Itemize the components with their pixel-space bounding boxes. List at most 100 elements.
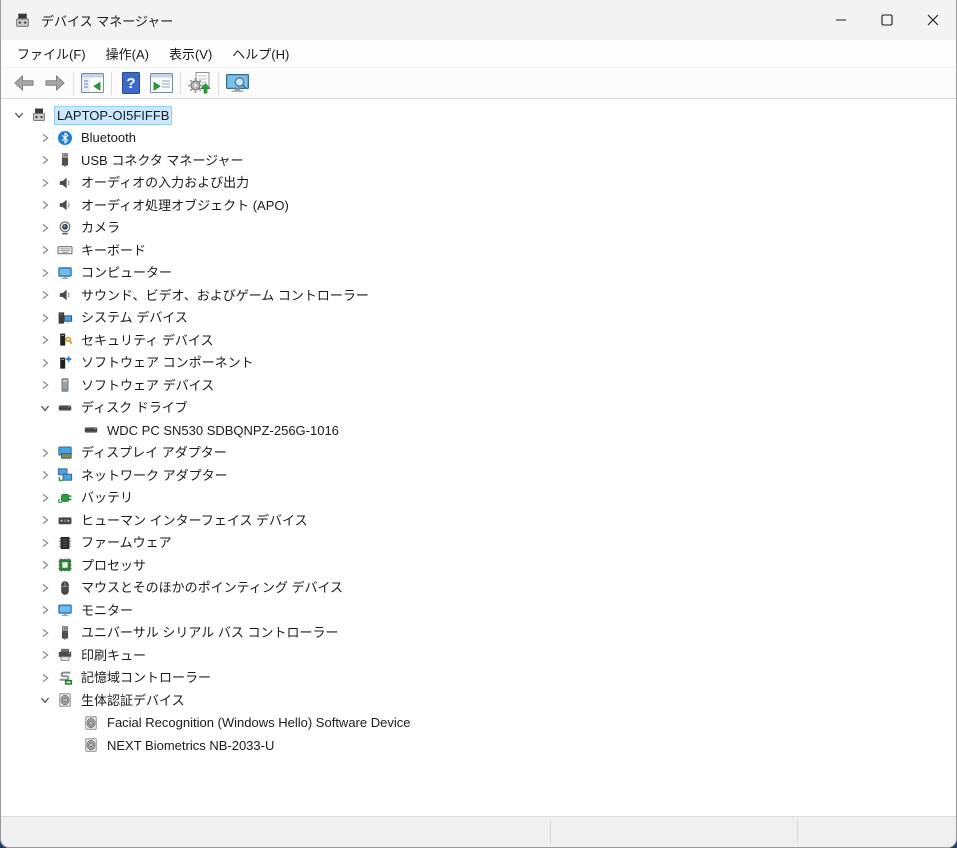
tree-item-label: サウンド、ビデオ、およびゲーム コントローラー bbox=[81, 287, 369, 304]
tree-item[interactable]: ファームウェア bbox=[1, 532, 956, 555]
tree-item-label: 印刷キュー bbox=[81, 647, 146, 664]
maximize-button[interactable] bbox=[864, 0, 910, 40]
tree-item[interactable]: キーボード bbox=[1, 239, 956, 262]
tree-item[interactable]: オーディオの入力および出力 bbox=[1, 172, 956, 195]
biometric-icon bbox=[57, 692, 73, 708]
tree-item[interactable]: 記憶域コントローラー bbox=[1, 667, 956, 690]
tree-item[interactable]: プロセッサ bbox=[1, 554, 956, 577]
menu-view[interactable]: 表示(V) bbox=[159, 41, 222, 66]
forward-button[interactable] bbox=[39, 70, 70, 97]
chevron-right-icon[interactable] bbox=[35, 243, 57, 257]
chevron-right-icon[interactable] bbox=[35, 198, 57, 212]
tree-item-label: ファームウェア bbox=[81, 534, 172, 551]
device-manager-icon bbox=[31, 107, 47, 123]
properties-button[interactable] bbox=[146, 70, 177, 97]
tree-item[interactable]: Bluetooth bbox=[1, 127, 956, 150]
back-arrow-icon bbox=[12, 71, 36, 95]
chevron-right-icon[interactable] bbox=[35, 356, 57, 370]
battery-icon bbox=[57, 490, 73, 506]
device-tree: LAPTOP-OI5FIFFBBluetoothUSB コネクタ マネージャーオ… bbox=[1, 99, 956, 816]
scan-hardware-icon bbox=[188, 71, 212, 95]
tree-item[interactable]: WDC PC SN530 SDBQNPZ-256G-1016 bbox=[1, 419, 956, 442]
chevron-right-icon[interactable] bbox=[35, 311, 57, 325]
tree-item[interactable]: ネットワーク アダプター bbox=[1, 464, 956, 487]
chevron-right-icon[interactable] bbox=[35, 648, 57, 662]
chevron-down-icon[interactable] bbox=[35, 693, 57, 707]
tree-item[interactable]: ソフトウェア コンポーネント bbox=[1, 352, 956, 375]
chevron-down-icon[interactable] bbox=[35, 401, 57, 415]
tree-item-label: USB コネクタ マネージャー bbox=[81, 152, 244, 169]
tree-item[interactable]: システム デバイス bbox=[1, 307, 956, 330]
statusbar-separator bbox=[797, 820, 798, 844]
statusbar bbox=[1, 816, 956, 847]
tree-item[interactable]: オーディオ処理オブジェクト (APO) bbox=[1, 194, 956, 217]
tree-item[interactable]: 生体認証デバイス bbox=[1, 689, 956, 712]
usb-icon bbox=[57, 152, 73, 168]
tree-item[interactable]: USB コネクタ マネージャー bbox=[1, 149, 956, 172]
usb-icon bbox=[57, 625, 73, 641]
tree-item-label: ネットワーク アダプター bbox=[81, 467, 228, 484]
scan-hardware-changes-button[interactable] bbox=[184, 70, 215, 97]
chevron-right-icon[interactable] bbox=[35, 176, 57, 190]
tree-item[interactable]: マウスとそのほかのポインティング デバイス bbox=[1, 577, 956, 600]
chevron-right-icon[interactable] bbox=[35, 626, 57, 640]
tree-item-label: コンピューター bbox=[81, 264, 172, 281]
tree-item[interactable]: サウンド、ビデオ、およびゲーム コントローラー bbox=[1, 284, 956, 307]
chevron-right-icon[interactable] bbox=[35, 603, 57, 617]
tree-item[interactable]: ディスプレイ アダプター bbox=[1, 442, 956, 465]
chevron-right-icon[interactable] bbox=[35, 131, 57, 145]
help-button[interactable]: ? bbox=[115, 70, 146, 97]
chevron-right-icon[interactable] bbox=[35, 333, 57, 347]
chevron-down-icon[interactable] bbox=[9, 108, 31, 122]
titlebar: デバイス マネージャー bbox=[1, 0, 956, 40]
biometric-icon bbox=[83, 737, 99, 753]
remote-computer-button[interactable] bbox=[222, 70, 253, 97]
chevron-right-icon[interactable] bbox=[35, 536, 57, 550]
display-adapter-icon bbox=[57, 445, 73, 461]
toolbar-separator bbox=[111, 72, 112, 95]
tree-item[interactable]: NEXT Biometrics NB-2033-U bbox=[1, 734, 956, 757]
tree-item[interactable]: ユニバーサル シリアル バス コントローラー bbox=[1, 622, 956, 645]
menu-file[interactable]: ファイル(F) bbox=[7, 41, 96, 66]
chevron-right-icon[interactable] bbox=[35, 491, 57, 505]
chevron-right-icon[interactable] bbox=[35, 446, 57, 460]
chevron-right-icon[interactable] bbox=[35, 288, 57, 302]
chevron-right-icon[interactable] bbox=[35, 153, 57, 167]
tree-item[interactable]: カメラ bbox=[1, 217, 956, 240]
chevron-right-icon[interactable] bbox=[35, 378, 57, 392]
chevron-right-icon[interactable] bbox=[35, 558, 57, 572]
tree-root-item[interactable]: LAPTOP-OI5FIFFB bbox=[1, 104, 956, 127]
tree-item-label: マウスとそのほかのポインティング デバイス bbox=[81, 579, 343, 596]
statusbar-separator bbox=[550, 820, 551, 844]
security-device-icon bbox=[57, 332, 73, 348]
device-manager-window: デバイス マネージャー ファイル(F) 操作(A) 表示(V) ヘルプ(H) bbox=[0, 0, 957, 848]
tree-item-label: ユニバーサル シリアル バス コントローラー bbox=[81, 624, 338, 641]
tree-item-label: オーディオの入力および出力 bbox=[81, 174, 249, 191]
tree-item[interactable]: ヒューマン インターフェイス デバイス bbox=[1, 509, 956, 532]
chevron-right-icon[interactable] bbox=[35, 671, 57, 685]
chevron-right-icon[interactable] bbox=[35, 468, 57, 482]
back-button[interactable] bbox=[8, 70, 39, 97]
menu-help[interactable]: ヘルプ(H) bbox=[222, 41, 299, 66]
tree-item[interactable]: Facial Recognition (Windows Hello) Softw… bbox=[1, 712, 956, 735]
chevron-right-icon[interactable] bbox=[35, 513, 57, 527]
tree-item[interactable]: ソフトウェア デバイス bbox=[1, 374, 956, 397]
tree-item[interactable]: モニター bbox=[1, 599, 956, 622]
tree-item[interactable]: セキュリティ デバイス bbox=[1, 329, 956, 352]
close-button[interactable] bbox=[910, 0, 956, 40]
chevron-right-icon[interactable] bbox=[35, 266, 57, 280]
disk-drive-icon bbox=[57, 400, 73, 416]
tree-item[interactable]: コンピューター bbox=[1, 262, 956, 285]
chevron-right-icon[interactable] bbox=[35, 581, 57, 595]
minimize-button[interactable] bbox=[818, 0, 864, 40]
menu-action[interactable]: 操作(A) bbox=[96, 41, 159, 66]
tree-item-label: Facial Recognition (Windows Hello) Softw… bbox=[107, 714, 410, 731]
computer-icon bbox=[57, 265, 73, 281]
tree-item[interactable]: ディスク ドライブ bbox=[1, 397, 956, 420]
chevron-right-icon[interactable] bbox=[35, 221, 57, 235]
system-device-icon bbox=[57, 310, 73, 326]
tree-item[interactable]: バッテリ bbox=[1, 487, 956, 510]
tree-item[interactable]: 印刷キュー bbox=[1, 644, 956, 667]
keyboard-icon bbox=[57, 242, 73, 258]
show-console-tree-button[interactable] bbox=[77, 70, 108, 97]
